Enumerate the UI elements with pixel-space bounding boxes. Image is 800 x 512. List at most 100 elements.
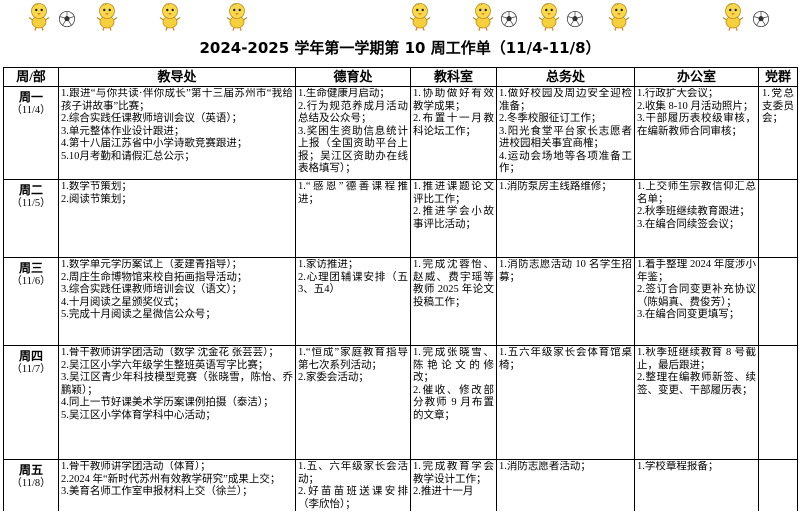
day-date: （11/8）: [11, 478, 51, 489]
soccer-ball-icon: [752, 10, 770, 28]
task-item: 1.完成教育学会教学设计工作；: [413, 461, 494, 485]
cell-party-group: [758, 257, 798, 346]
task-item: 1.消防志愿活动 10 名学生招募；: [499, 259, 632, 283]
task-item: 3.在编合同变更填写；: [637, 309, 740, 320]
task-item: 1.“恒成”家庭教育指导第七次系列活动；: [298, 347, 408, 371]
cell-body: 1.行政扩大会议； 2.收集 8-10 月活动照片； 3.干部履历表校级审核，在…: [637, 88, 756, 176]
cell-general-affairs: 1.做好校园及周边安全迎检准备； 2.冬季校服征订工作； 3.阳光食堂平台家长志…: [496, 86, 635, 180]
cell-body: 1.推进课题论文评比工作； 2.推进学会小故事评比活动；: [413, 181, 494, 254]
day-date: （11/5）: [11, 198, 51, 209]
task-item: 1.数学单元学历案试上（麦建青指导）；: [61, 259, 243, 270]
task-item: 1.五六年级家长会体育馆桌椅；: [499, 347, 632, 371]
task-item: 4.同上一节好课美术学历案课例拍摄（泰洁）；: [61, 397, 274, 408]
task-item: 2.收集 8-10 月活动照片；: [637, 100, 754, 112]
decor-strip: [0, 0, 800, 32]
task-item: 1.上交师生宗教信仰汇总名单；: [637, 181, 756, 205]
cell-body: 周三 （11/6）: [6, 261, 56, 344]
task-item: 2.推进十一月: [413, 486, 474, 497]
chick-mascot-icon: [92, 1, 122, 31]
cell-teaching-office: 1.骨干教师讲学团活动（体育）； 2.2024 年“新时代苏州有效教学研究”成果…: [58, 459, 296, 511]
cell-body: 1.生命健康月启动； 2.行为规范养成月活动总结及公众号； 3.奖困生资助信息统…: [298, 88, 408, 176]
cell-body: 1.跟进“与你共读·伴你成长”第十三届苏州市“我给孩子讲故事”比赛； 2.综合实…: [61, 88, 293, 176]
chick-mascot-icon: [534, 1, 564, 31]
cell-general-affairs: 1.五六年级家长会体育馆桌椅；: [496, 345, 635, 460]
task-item: 3.单元整体作业设计跟进；: [61, 125, 185, 137]
cell-teaching-office: 1.骨干教师讲学团活动（数学 沈金花 张芸芸）； 2.吴江区小学六年级学生整班英…: [58, 345, 296, 460]
task-item: 3.奖困生资助信息统计上报（全国资助平台上报；吴江区资助办在线表格填写）；: [298, 125, 408, 175]
cell-body: 1.五、六年级家长会活动； 2.好苗苗班送课安排（李欣怡）；: [298, 461, 408, 511]
cell-body: 周五 （11/8）: [6, 463, 56, 511]
cell-body: [762, 181, 794, 254]
task-item: 2.秋季班继续教育跟进；: [637, 206, 750, 217]
cell-body: 周二 （11/5）: [6, 183, 56, 256]
task-item: 3.干部履历表校级审核，在编新教师合同审核；: [637, 113, 756, 137]
task-item: 1.行政扩大会议；: [637, 88, 719, 99]
task-item: 1.完成张晓雪、陈艳论文的修改；: [413, 347, 494, 383]
cell-body: 1.完成沈蓉怡、赵威、费宇瑶等教师 2025 年论文投稿工作；: [413, 259, 494, 342]
cell-body: 1.数学单元学历案试上（麦建青指导）； 2.周庄生命博物馆来校自拓画指导活动； …: [61, 259, 293, 342]
cell-body: 1.“恒成”家庭教育指导第七次系列活动； 2.家委会活动；: [298, 347, 408, 456]
task-item: 2.行为规范养成月活动总结及公众号；: [298, 100, 408, 125]
col-header-admin-office: 办公室: [634, 67, 759, 87]
cell-moral-education: 1.生命健康月启动； 2.行为规范养成月活动总结及公众号； 3.奖困生资助信息统…: [295, 86, 411, 180]
task-item: 2.签订合同变更补充协议（陈娟真、费俊芳）；: [637, 284, 756, 308]
soccer-ball-icon: [566, 10, 584, 28]
cell-teaching-office: 1.跟进“与你共读·伴你成长”第十三届苏州市“我给孩子讲故事”比赛； 2.综合实…: [58, 86, 296, 180]
chick-mascot-icon: [604, 1, 634, 31]
task-item: 1.五、六年级家长会活动；: [298, 461, 408, 485]
cell-general-affairs: 1.消防志愿者活动；: [496, 459, 635, 511]
day-cell: 周三 （11/6）: [3, 257, 59, 346]
soccer-ball-icon: [500, 10, 518, 28]
day-cell: 周五 （11/8）: [3, 459, 59, 511]
cell-party-group: 1.党总支委员会；: [758, 86, 798, 180]
chick-mascot-icon: [155, 1, 185, 31]
day-cell: 周四 （11/7）: [3, 345, 59, 460]
chick-mascot-icon: [468, 1, 498, 31]
soccer-ball-icon: [58, 10, 76, 28]
cell-body: 1.完成教育学会教学设计工作； 2.推进十一月: [413, 461, 494, 511]
task-item: 1.学校章程报备；: [637, 461, 719, 472]
cell-research-office: 1.完成教育学会教学设计工作； 2.推进十一月: [410, 459, 497, 511]
day-date: （11/7）: [11, 364, 51, 375]
cell-body: 1.五六年级家长会体育馆桌椅；: [499, 347, 632, 456]
day-date: （11/4）: [11, 105, 51, 116]
task-item: 1.秋季班继续教育 8 号截止，最后跟进；: [637, 347, 756, 371]
cell-general-affairs: 1.消防志愿活动 10 名学生招募；: [496, 257, 635, 346]
cell-admin-office: 1.秋季班继续教育 8 号截止，最后跟进； 2.整理在编教师新签、续签、变更、干…: [634, 345, 759, 460]
week-row-tuesday: 周二 （11/5） 1.数学节策划； 2.阅读节策划； 1.“感恩”德善课程推进…: [3, 179, 798, 258]
col-header-day-dept: 周/部: [3, 67, 59, 87]
week-row-thursday: 周四 （11/7） 1.骨干教师讲学团活动（数学 沈金花 张芸芸）； 2.吴江区…: [3, 345, 798, 460]
schedule-table-wrapper: 周/部 教导处 德育处 教科室 总务处 办公室 党群 周一 （11/4） 1.跟…: [3, 67, 798, 511]
task-item: 1.骨干教师讲学团活动（数学 沈金花 张芸芸）；: [61, 347, 279, 358]
task-item: 1.生命健康月启动；: [298, 88, 390, 99]
chick-mascot-icon: [405, 1, 435, 31]
task-item: 3.吴江区青少年科技模型竞赛（张晓雪，陈怡、乔鹏颖）；: [61, 372, 293, 396]
cell-research-office: 1.完成张晓雪、陈艳论文的修改； 2.催收、修改部分教师 9 月布置的文章；: [410, 345, 497, 460]
task-item: 1.做好校园及周边安全迎检准备；: [499, 88, 632, 112]
work-schedule-page: 2024-2025 学年第一学期第 10 周工作单（11/4-11/8） 周/部…: [0, 0, 800, 512]
week-row-monday: 周一 （11/4） 1.跟进“与你共读·伴你成长”第十三届苏州市“我给孩子讲故事…: [3, 86, 798, 180]
cell-body: 1.完成张晓雪、陈艳论文的修改； 2.催收、修改部分教师 9 月布置的文章；: [413, 347, 494, 456]
task-item: 1.消防泵房主线路维修；: [499, 181, 612, 192]
task-item: 2.好苗苗班送课安排（李欣怡）；: [298, 486, 408, 510]
cell-body: 1.消防志愿活动 10 名学生招募；: [499, 259, 632, 342]
header-row: 周/部 教导处 德育处 教科室 总务处 办公室 党群: [3, 67, 798, 87]
cell-admin-office: 1.着手整理 2024 年度涉小年鉴； 2.签订合同变更补充协议（陈娟真、费俊芳…: [634, 257, 759, 346]
cell-body: 1.“感恩”德善课程推进；: [298, 181, 408, 254]
col-header-party-group: 党群: [758, 67, 798, 87]
chick-mascot-icon: [24, 1, 54, 31]
cell-body: 1.上交师生宗教信仰汇总名单； 2.秋季班继续教育跟进； 3.在编合同续签会议；: [637, 181, 756, 254]
day-cell: 周二 （11/5）: [3, 179, 59, 258]
task-item: 4.运动会场地等各项准备工作；: [499, 150, 632, 175]
cell-body: 周四 （11/7）: [6, 349, 56, 458]
cell-body: 1.着手整理 2024 年度涉小年鉴； 2.签订合同变更补充协议（陈娟真、费俊芳…: [637, 259, 756, 342]
cell-body: 1.数学节策划； 2.阅读节策划；: [61, 181, 293, 254]
task-item: 2.综合实践任课教师培训会议（英语）；: [61, 113, 243, 124]
col-header-teaching-office: 教导处: [58, 67, 296, 87]
cell-research-office: 1.推进课题论文评比工作； 2.推进学会小故事评比活动；: [410, 179, 497, 258]
task-item: 1.推进课题论文评比工作；: [413, 181, 494, 205]
cell-body: 1.家访推进； 2.心理团辅课安排（五3、五4）: [298, 259, 408, 342]
day-cell: 周一 （11/4）: [3, 86, 59, 180]
task-item: 3.美育名师工作室申报材料上交（徐兰）；: [61, 486, 253, 497]
task-item: 2.整理在编教师新签、续签、变更、干部履历表；: [637, 372, 756, 396]
